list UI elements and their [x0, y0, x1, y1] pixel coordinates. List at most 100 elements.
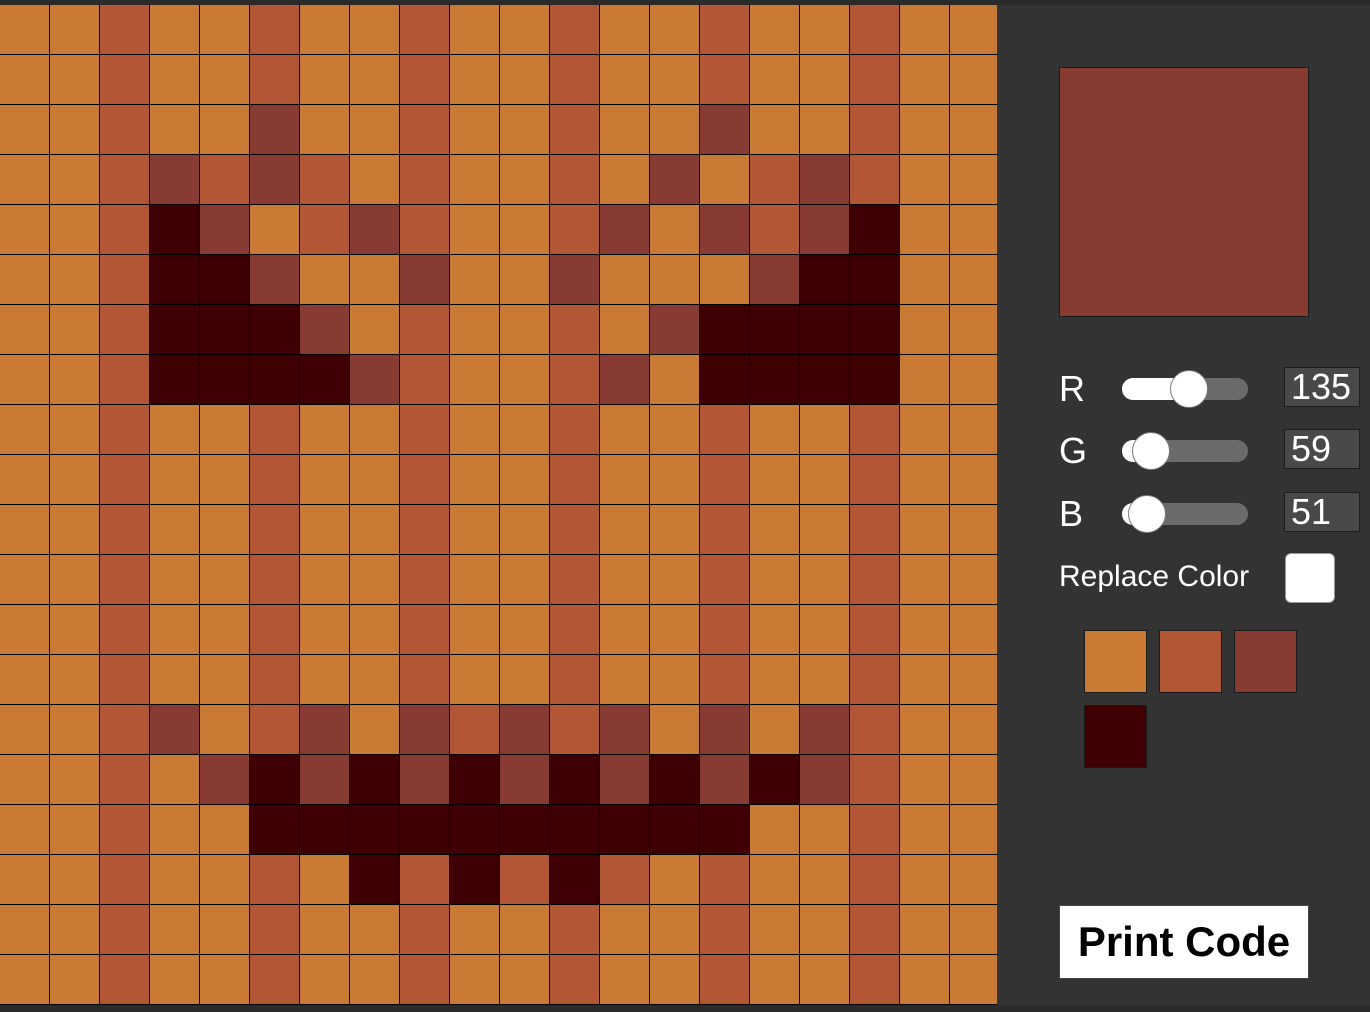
pixel-cell[interactable] — [300, 355, 350, 405]
pixel-cell[interactable] — [800, 605, 850, 655]
pixel-cell[interactable] — [350, 5, 400, 55]
pixel-cell[interactable] — [350, 705, 400, 755]
pixel-cell[interactable] — [600, 905, 650, 955]
pixel-cell[interactable] — [900, 155, 950, 205]
pixel-cell[interactable] — [0, 255, 50, 305]
pixel-cell[interactable] — [300, 555, 350, 605]
replace-color-swatch[interactable] — [1285, 553, 1335, 603]
pixel-cell[interactable] — [300, 605, 350, 655]
pixel-cell[interactable] — [600, 455, 650, 505]
pixel-cell[interactable] — [850, 355, 900, 405]
pixel-cell[interactable] — [50, 355, 100, 405]
pixel-cell[interactable] — [750, 355, 800, 405]
pixel-cell[interactable] — [600, 5, 650, 55]
pixel-cell[interactable] — [350, 105, 400, 155]
pixel-cell[interactable] — [250, 355, 300, 405]
pixel-cell[interactable] — [850, 655, 900, 705]
pixel-cell[interactable] — [300, 205, 350, 255]
pixel-cell[interactable] — [800, 655, 850, 705]
pixel-cell[interactable] — [200, 905, 250, 955]
pixel-cell[interactable] — [450, 55, 500, 105]
pixel-cell[interactable] — [850, 755, 900, 805]
pixel-cell[interactable] — [350, 605, 400, 655]
pixel-cell[interactable] — [0, 155, 50, 205]
pixel-cell[interactable] — [600, 305, 650, 355]
pixel-cell[interactable] — [300, 805, 350, 855]
pixel-cell[interactable] — [400, 805, 450, 855]
pixel-cell[interactable] — [750, 455, 800, 505]
pixel-cell[interactable] — [950, 555, 997, 605]
pixel-cell[interactable] — [150, 355, 200, 405]
pixel-cell[interactable] — [550, 405, 600, 455]
pixel-cell[interactable] — [400, 105, 450, 155]
pixel-cell[interactable] — [0, 405, 50, 455]
pixel-cell[interactable] — [100, 255, 150, 305]
pixel-cell[interactable] — [200, 605, 250, 655]
pixel-cell[interactable] — [900, 455, 950, 505]
slider-thumb-r[interactable] — [1170, 370, 1208, 408]
pixel-cell[interactable] — [350, 155, 400, 205]
pixel-cell[interactable] — [850, 105, 900, 155]
pixel-cell[interactable] — [650, 155, 700, 205]
pixel-cell[interactable] — [750, 5, 800, 55]
pixel-cell[interactable] — [450, 155, 500, 205]
pixel-cell[interactable] — [450, 905, 500, 955]
pixel-cell[interactable] — [900, 755, 950, 805]
pixel-cell[interactable] — [700, 605, 750, 655]
pixel-cell[interactable] — [850, 505, 900, 555]
pixel-cell[interactable] — [600, 955, 650, 1005]
pixel-cell[interactable] — [650, 705, 700, 755]
pixel-cell[interactable] — [200, 55, 250, 105]
pixel-cell[interactable] — [300, 755, 350, 805]
pixel-cell[interactable] — [750, 655, 800, 705]
pixel-cell[interactable] — [50, 405, 100, 455]
pixel-cell[interactable] — [150, 205, 200, 255]
pixel-cell[interactable] — [600, 355, 650, 405]
pixel-cell[interactable] — [50, 855, 100, 905]
pixel-cell[interactable] — [750, 555, 800, 605]
pixel-cell[interactable] — [700, 705, 750, 755]
pixel-cell[interactable] — [900, 505, 950, 555]
pixel-cell[interactable] — [0, 455, 50, 505]
pixel-cell[interactable] — [850, 155, 900, 205]
pixel-cell[interactable] — [300, 855, 350, 905]
pixel-cell[interactable] — [900, 655, 950, 705]
pixel-cell[interactable] — [50, 955, 100, 1005]
pixel-cell[interactable] — [300, 255, 350, 305]
pixel-cell[interactable] — [850, 805, 900, 855]
pixel-cell[interactable] — [450, 805, 500, 855]
pixel-cell[interactable] — [400, 255, 450, 305]
pixel-cell[interactable] — [500, 305, 550, 355]
palette-swatch[interactable] — [1084, 705, 1147, 768]
pixel-cell[interactable] — [200, 505, 250, 555]
pixel-cell[interactable] — [600, 405, 650, 455]
pixel-cell[interactable] — [750, 305, 800, 355]
pixel-cell[interactable] — [600, 205, 650, 255]
pixel-cell[interactable] — [800, 705, 850, 755]
pixel-cell[interactable] — [150, 305, 200, 355]
pixel-cell[interactable] — [750, 955, 800, 1005]
pixel-cell[interactable] — [750, 405, 800, 455]
pixel-cell[interactable] — [450, 405, 500, 455]
pixel-cell[interactable] — [550, 305, 600, 355]
pixel-cell[interactable] — [700, 405, 750, 455]
pixel-cell[interactable] — [200, 105, 250, 155]
pixel-cell[interactable] — [650, 355, 700, 405]
pixel-cell[interactable] — [550, 655, 600, 705]
pixel-cell[interactable] — [900, 305, 950, 355]
pixel-cell[interactable] — [250, 155, 300, 205]
pixel-cell[interactable] — [100, 305, 150, 355]
pixel-cell[interactable] — [850, 555, 900, 605]
pixel-cell[interactable] — [550, 955, 600, 1005]
pixel-cell[interactable] — [450, 205, 500, 255]
pixel-cell[interactable] — [50, 205, 100, 255]
pixel-cell[interactable] — [200, 355, 250, 405]
pixel-cell[interactable] — [850, 305, 900, 355]
pixel-cell[interactable] — [800, 955, 850, 1005]
pixel-cell[interactable] — [200, 955, 250, 1005]
pixel-cell[interactable] — [350, 55, 400, 105]
pixel-cell[interactable] — [150, 805, 200, 855]
pixel-cell[interactable] — [850, 5, 900, 55]
pixel-cell[interactable] — [500, 205, 550, 255]
pixel-cell[interactable] — [200, 405, 250, 455]
